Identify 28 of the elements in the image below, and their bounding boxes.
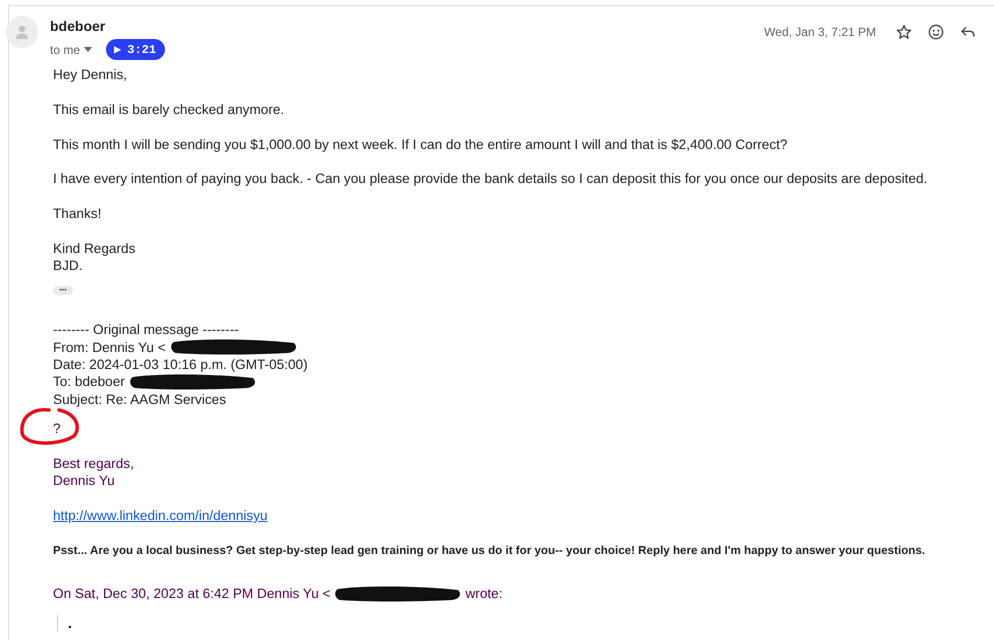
message-text: Dennis Yu xyxy=(53,472,115,490)
message-text: ? xyxy=(53,420,61,438)
message-text: Psst... Are you a local business? Get step-by-step lead gen training or have us do it for you-- your choice! Reply here and I'm happy to answer your questions. xyxy=(53,543,926,560)
caret-icon xyxy=(84,47,92,52)
message-text: . xyxy=(68,614,72,632)
message-text: -------- Original message -------- xyxy=(53,321,239,339)
message-text: This month I will be sending you $1,000.00 by next week. If I can do the entire amount I will and that is $2,400.00 Correct? xyxy=(53,136,788,153)
star-icon[interactable] xyxy=(896,24,912,40)
message-date: Wed, Jan 3, 7:21 PM xyxy=(764,25,876,39)
message-text: Best regards, xyxy=(53,455,134,472)
recipient-dropdown[interactable]: to me xyxy=(50,42,92,56)
avatar-icon xyxy=(6,16,38,48)
emoji-icon[interactable] xyxy=(928,24,944,40)
message-text: wrote: xyxy=(465,585,502,603)
message-text: From: Dennis Yu < xyxy=(53,338,166,356)
message-text: Date: 2024-01-03 10:16 p.m. (GMT-05:00) xyxy=(53,356,308,374)
message-text: Thanks! xyxy=(53,205,102,223)
message-text: I have every intention of paying you back. - Can you please provide the bank details so I can deposit this for you once our deposits are deposited. xyxy=(53,170,928,188)
message-text: On Sat, Dec 30, 2023 at 6:42 PM Dennis Yu < xyxy=(53,585,330,603)
message-text: Hey Dennis, xyxy=(53,66,128,84)
sender-name: bdeboer xyxy=(50,18,106,34)
profile-link[interactable]: http://www.linkedin.com/in/dennisyu xyxy=(53,507,268,525)
message-text: This email is barely checked anymore. xyxy=(53,100,284,118)
message-text: Kind Regards xyxy=(53,240,136,258)
message-text: BJD. xyxy=(53,257,82,275)
message-text: To: bdeboer xyxy=(53,373,125,391)
message-text: Subject: Re: AAGM Services xyxy=(53,390,226,408)
audio-play-button[interactable]: ▶ 3:21 xyxy=(106,39,166,60)
